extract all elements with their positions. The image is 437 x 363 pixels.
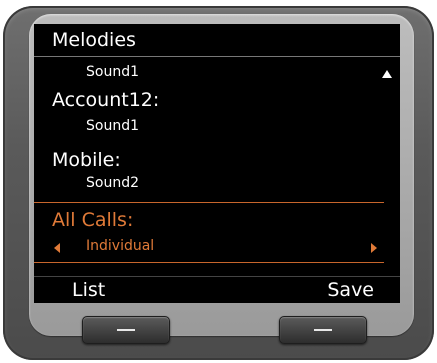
list-item-label[interactable]: Account12: (52, 88, 159, 112)
list-item-value[interactable]: Sound1 (86, 117, 139, 135)
display-screen: Melodies Sound1 Account12: Sound1 Mobile… (34, 24, 400, 303)
softkey-list-label[interactable]: List (72, 279, 105, 301)
left-softkey-button[interactable] (82, 316, 170, 344)
title-divider (34, 56, 400, 57)
selection-bottom-divider (34, 262, 384, 263)
selection-top-divider (34, 202, 384, 203)
triangle-right-icon[interactable] (371, 243, 377, 253)
softkey-bar: List Save (34, 276, 400, 303)
screen-title: Melodies (52, 29, 136, 51)
list-item-value[interactable]: Sound2 (86, 174, 139, 192)
softkey-save-label[interactable]: Save (327, 279, 374, 301)
list-item-value[interactable]: Sound1 (86, 63, 139, 81)
right-softkey-button[interactable] (279, 316, 367, 344)
option-value-selected[interactable]: Individual (86, 237, 154, 255)
scroll-up-icon (382, 70, 392, 78)
list-item-label[interactable]: Mobile: (52, 148, 121, 172)
list-item-label-selected[interactable]: All Calls: (52, 208, 133, 232)
triangle-left-icon[interactable] (54, 243, 60, 253)
dash-icon (314, 329, 332, 331)
dash-icon (117, 329, 135, 331)
